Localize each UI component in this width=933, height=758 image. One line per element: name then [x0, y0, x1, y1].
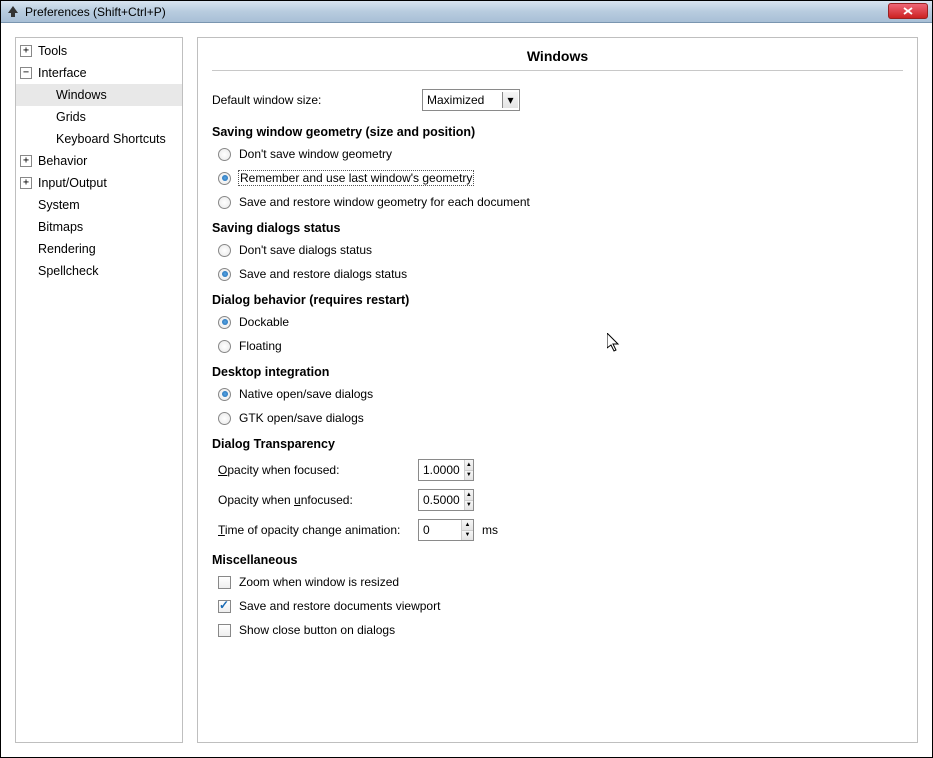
collapse-icon[interactable]: − [20, 67, 32, 79]
tree-item-input-output[interactable]: + Input/Output [16, 172, 182, 194]
content-pane: Windows Default window size: Maximized ▾… [197, 37, 918, 743]
tree-label: Windows [56, 88, 107, 102]
tree-label: Grids [56, 110, 86, 124]
radio-floating[interactable]: Floating [218, 339, 903, 353]
default-window-size-row: Default window size: Maximized ▾ [212, 89, 903, 111]
opacity-animation-time-row: Time of opacity change animation: 0 ▲▼ m… [218, 519, 903, 541]
categories-tree: + Tools − Interface Windows Grids Keyboa… [15, 37, 183, 743]
window-body: + Tools − Interface Windows Grids Keyboa… [1, 23, 932, 757]
expand-icon[interactable]: + [20, 177, 32, 189]
radio-icon [218, 244, 231, 257]
spin-down-icon: ▼ [465, 501, 473, 511]
default-window-size-label: Default window size: [212, 93, 422, 107]
radio-gtk-dialogs[interactable]: GTK open/save dialogs [218, 411, 903, 425]
tree-item-interface[interactable]: − Interface [16, 62, 182, 84]
check-show-close-button[interactable]: Show close button on dialogs [218, 623, 903, 637]
section-miscellaneous: Miscellaneous [212, 553, 903, 567]
opacity-unfocused-row: Opacity when unfocused: 0.5000 ▲▼ [218, 489, 903, 511]
radio-icon [218, 268, 231, 281]
radio-save-per-document-geometry[interactable]: Save and restore window geometry for eac… [218, 195, 903, 209]
spinner-buttons[interactable]: ▲▼ [464, 460, 473, 480]
tree-label: Tools [38, 44, 67, 58]
opacity-unfocused-input[interactable]: 0.5000 ▲▼ [418, 489, 474, 511]
spin-down-icon: ▼ [462, 531, 473, 541]
expand-icon[interactable]: + [20, 155, 32, 167]
window-title: Preferences (Shift+Ctrl+P) [25, 5, 166, 19]
radio-remember-last-geometry[interactable]: Remember and use last window's geometry [218, 171, 903, 185]
check-save-viewport[interactable]: Save and restore documents viewport [218, 599, 903, 613]
radio-native-dialogs[interactable]: Native open/save dialogs [218, 387, 903, 401]
tree-label: Rendering [38, 242, 96, 256]
section-dialogs-status: Saving dialogs status [212, 221, 903, 235]
spin-up-icon: ▲ [462, 520, 473, 531]
unit-label: ms [482, 523, 498, 537]
titlebar: Preferences (Shift+Ctrl+P) [1, 1, 932, 23]
radio-dont-save-geometry[interactable]: Don't save window geometry [218, 147, 903, 161]
opacity-animation-time-label: Time of opacity change animation: [218, 523, 418, 537]
tree-label: Behavior [38, 154, 87, 168]
radio-icon [218, 172, 231, 185]
checkbox-icon [218, 600, 231, 613]
tree-label: Interface [38, 66, 87, 80]
section-dialog-transparency: Dialog Transparency [212, 437, 903, 451]
dropdown-value: Maximized [427, 93, 484, 107]
tree-item-rendering[interactable]: Rendering [16, 238, 182, 260]
radio-dockable[interactable]: Dockable [218, 315, 903, 329]
opacity-focused-input[interactable]: 1.0000 ▲▼ [418, 459, 474, 481]
tree-label: Bitmaps [38, 220, 83, 234]
page-title: Windows [212, 44, 903, 71]
spin-down-icon: ▼ [465, 471, 473, 481]
radio-icon [218, 196, 231, 209]
radio-icon [218, 340, 231, 353]
radio-save-restore-dialogs[interactable]: Save and restore dialogs status [218, 267, 903, 281]
tree-item-spellcheck[interactable]: Spellcheck [16, 260, 182, 282]
section-desktop-integration: Desktop integration [212, 365, 903, 379]
spinner-buttons[interactable]: ▲▼ [464, 490, 473, 510]
expand-icon[interactable]: + [20, 45, 32, 57]
spin-up-icon: ▲ [465, 490, 473, 501]
tree-label: Input/Output [38, 176, 107, 190]
opacity-focused-row: Opacity when focused: 1.0000 ▲▼ [218, 459, 903, 481]
radio-icon [218, 148, 231, 161]
opacity-focused-label: Opacity when focused: [218, 463, 418, 477]
checkbox-icon [218, 576, 231, 589]
chevron-down-icon: ▾ [502, 92, 518, 108]
app-icon [5, 4, 21, 20]
spinner-buttons[interactable]: ▲▼ [461, 520, 473, 540]
tree-label: Keyboard Shortcuts [56, 132, 166, 146]
tree-item-bitmaps[interactable]: Bitmaps [16, 216, 182, 238]
default-window-size-dropdown[interactable]: Maximized ▾ [422, 89, 520, 111]
radio-dont-save-dialogs[interactable]: Don't save dialogs status [218, 243, 903, 257]
radio-icon [218, 412, 231, 425]
check-zoom-on-resize[interactable]: Zoom when window is resized [218, 575, 903, 589]
spin-up-icon: ▲ [465, 460, 473, 471]
opacity-animation-time-input[interactable]: 0 ▲▼ [418, 519, 474, 541]
tree-item-behavior[interactable]: + Behavior [16, 150, 182, 172]
tree-item-keyboard-shortcuts[interactable]: Keyboard Shortcuts [16, 128, 182, 150]
checkbox-icon [218, 624, 231, 637]
tree-item-windows[interactable]: Windows [16, 84, 182, 106]
tree-label: Spellcheck [38, 264, 98, 278]
section-dialog-behavior: Dialog behavior (requires restart) [212, 293, 903, 307]
tree-label: System [38, 198, 80, 212]
close-button[interactable] [888, 3, 928, 19]
tree-item-system[interactable]: System [16, 194, 182, 216]
tree-item-tools[interactable]: + Tools [16, 40, 182, 62]
section-window-geometry: Saving window geometry (size and positio… [212, 125, 903, 139]
tree-item-grids[interactable]: Grids [16, 106, 182, 128]
preferences-window: Preferences (Shift+Ctrl+P) + Tools − Int… [0, 0, 933, 758]
radio-icon [218, 388, 231, 401]
radio-icon [218, 316, 231, 329]
opacity-unfocused-label: Opacity when unfocused: [218, 493, 418, 507]
